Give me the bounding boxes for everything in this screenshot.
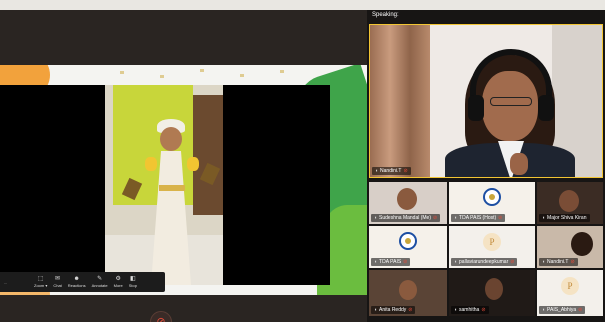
participant-name-tag: ◖ samhitha ⊘ [451, 306, 489, 314]
participant-tile[interactable]: ◖ Major Shiva Kiran [537, 182, 603, 224]
mic-muted-icon: ⊘ [510, 259, 515, 265]
active-speaker-video[interactable]: ◖ Nandini.T ⊘ [369, 24, 603, 178]
participant-name-tag: ◖ PAIS_Abhiya ⊘ [539, 306, 586, 314]
mic-icon: ◖ [454, 259, 458, 265]
avatar: P [483, 233, 501, 251]
mic-muted-icon: ⊘ [433, 215, 438, 221]
video-belt [159, 185, 185, 191]
participants-panel: Speaking: ◖ Nandini.T ⊘ ◖ Sudeshna Manda… [367, 10, 605, 322]
confetti [280, 70, 284, 73]
confetti [200, 69, 204, 72]
participant-name-tag: ◖ pallaviarundeepkumar ⊘ [451, 258, 518, 266]
participant-tile[interactable]: ◖ TDA PAIS (Host) ⊘ [449, 182, 535, 224]
participant-name-tag: ◖ Major Shiva Kiran [539, 214, 590, 222]
mic-icon: ◖ [374, 307, 378, 313]
headset-earcup [468, 95, 484, 121]
headset-earcup [538, 95, 554, 121]
participant-tile[interactable]: P ◖ pallaviarundeepkumar ⊘ [449, 226, 535, 268]
mic-icon: ◖ [542, 259, 546, 265]
participant-face [571, 232, 593, 256]
mic-muted-icon: ⊘ [408, 307, 413, 313]
mic-icon: ◖ [454, 307, 458, 313]
confetti [160, 75, 164, 78]
top-strip [0, 0, 605, 10]
participant-name-tag: ◖ Anita Reddy ⊘ [371, 306, 416, 314]
participant-tile[interactable]: P ◖ PAIS_Abhiya ⊘ [537, 270, 603, 316]
video-content [105, 85, 223, 285]
participant-tile[interactable]: ◖ Sudeshna Mandal (Me) ⊘ [369, 182, 447, 224]
shared-video[interactable] [0, 85, 330, 285]
participant-face [397, 188, 417, 210]
share-toolbar: ... ⬚ Zoom ▾ ✉ Chat ☻ Reactions ✎ Annotate ⚙… [0, 272, 165, 292]
toolbar-status-text: ... [4, 279, 8, 285]
speaking-label: Speaking: [372, 12, 399, 18]
mic-icon: ◖ [542, 307, 546, 313]
more-button[interactable]: ⚙ More [114, 276, 123, 288]
mic-muted-icon: ⊘ [498, 215, 503, 221]
mic-muted-icon: ⊘ [403, 168, 408, 174]
mic-icon: ◖ [454, 215, 458, 221]
mic-icon: ◖ [542, 215, 546, 221]
participant-face [485, 278, 503, 300]
confetti [240, 74, 244, 77]
video-child-head [160, 127, 182, 151]
shared-screen-content [0, 65, 367, 295]
school-logo-icon [483, 188, 501, 206]
zoom-icon: ⬚ [37, 276, 44, 282]
participant-tile[interactable]: ◖ Anita Reddy ⊘ [369, 270, 447, 316]
zoom-button[interactable]: ⬚ Zoom ▾ [34, 276, 47, 288]
stop-share-button[interactable]: ◧ Stop [129, 276, 137, 288]
mic-icon: ◖ [375, 168, 379, 174]
participant-name-tag: ◖ TDA PAIS (Host) ⊘ [451, 214, 506, 222]
participant-name-tag: ◖ Sudeshna Mandal (Me) ⊘ [371, 214, 441, 222]
participant-face [559, 190, 579, 212]
participant-tile[interactable]: ◖ Nandini.T ⊘ [537, 226, 603, 268]
mic-muted-icon: ⊘ [578, 307, 583, 313]
reactions-button[interactable]: ☻ Reactions [68, 276, 86, 288]
pencil-icon: ✎ [97, 276, 103, 282]
mic-icon: ◖ [374, 215, 378, 221]
participant-face [399, 280, 417, 300]
mute-button[interactable]: ⊘ [150, 311, 172, 322]
mic-icon: ◖ [374, 259, 378, 265]
video-door [193, 95, 223, 215]
participant-name-tag: ◖ Nandini.T ⊘ [539, 258, 578, 266]
participant-name-tag: ◖ TDA PAIS ⊘ [371, 258, 411, 266]
speaker-hand [510, 153, 528, 175]
speaker-bg-curtain [370, 25, 430, 177]
video-sleeve [187, 157, 199, 171]
shared-screen-area: ... ⬚ Zoom ▾ ✉ Chat ☻ Reactions ✎ Annotate ⚙… [0, 10, 367, 322]
video-sleeve [145, 157, 157, 171]
mic-muted-icon: ⊘ [403, 259, 408, 265]
school-logo-icon [399, 232, 417, 250]
participant-tile[interactable]: ◖ TDA PAIS ⊘ [369, 226, 447, 268]
speaker-name-tag: ◖ Nandini.T ⊘ [372, 167, 411, 175]
mic-muted-icon: ⊘ [481, 307, 486, 313]
chat-button[interactable]: ✉ Chat [53, 276, 61, 288]
avatar: P [561, 277, 579, 295]
stop-icon: ◧ [130, 276, 136, 282]
participant-tile[interactable]: ◖ samhitha ⊘ [449, 270, 535, 316]
reactions-icon: ☻ [73, 276, 80, 282]
chat-icon: ✉ [55, 276, 61, 282]
confetti [120, 71, 124, 74]
mic-off-icon: ⊘ [156, 316, 166, 322]
gear-icon: ⚙ [115, 276, 121, 282]
speaker-glasses [490, 97, 532, 106]
speaker-name: Nandini.T [380, 168, 402, 174]
annotate-button[interactable]: ✎ Annotate [92, 276, 108, 288]
mic-muted-icon: ⊘ [570, 259, 575, 265]
